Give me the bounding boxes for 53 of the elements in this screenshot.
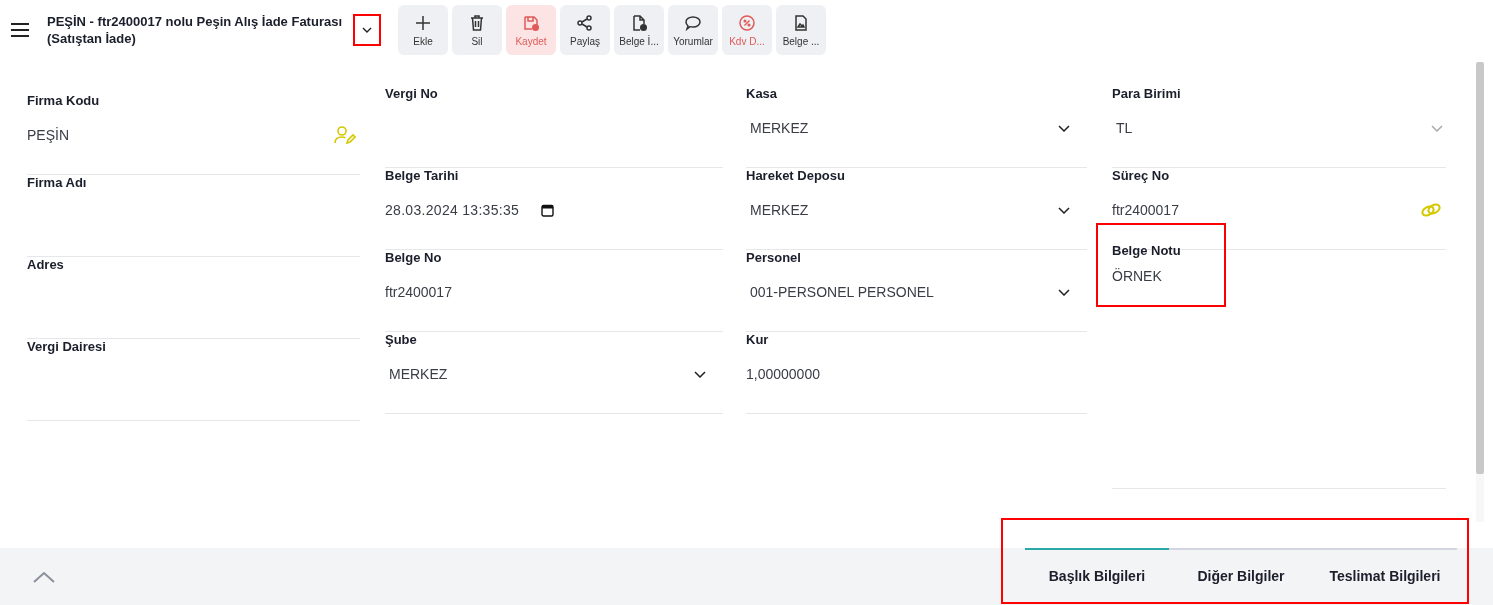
field-label: Personel xyxy=(746,250,801,265)
share-icon xyxy=(576,13,594,32)
tab[interactable]: Başlık Bilgileri xyxy=(1025,548,1169,602)
field-label: Hareket Deposu xyxy=(746,168,845,183)
field-value[interactable]: 1,00000000 xyxy=(746,366,820,382)
field-label: Kur xyxy=(746,332,769,347)
toolbar-button[interactable]: Sil xyxy=(452,5,502,55)
chevron-down-icon[interactable] xyxy=(694,370,706,378)
document-image-icon xyxy=(792,13,810,32)
title-dropdown-button[interactable] xyxy=(353,14,381,46)
toolbar-button[interactable]: Yorumlar xyxy=(668,5,718,55)
tab[interactable]: Diğer Bilgiler xyxy=(1169,548,1313,602)
chevron-down-icon[interactable] xyxy=(1058,206,1070,214)
date-value[interactable]: 28.03.2024 13:35:35 xyxy=(385,202,520,218)
chevron-down-icon[interactable] xyxy=(1058,288,1070,296)
field-label: Firma Adı xyxy=(27,175,87,190)
field-value[interactable]: ftr2400017 xyxy=(385,284,452,300)
document-title: PEŞİN - ftr2400017 nolu Peşin Alış İade Faturası (Satıştan İade) xyxy=(47,13,343,47)
select-value[interactable]: MERKEZ xyxy=(750,120,809,136)
field-label: Adres xyxy=(27,257,64,272)
chevron-up-icon[interactable] xyxy=(33,570,55,583)
tab[interactable]: Teslimat Bilgileri xyxy=(1313,548,1457,602)
select-value[interactable]: 001-PERSONEL PERSONEL xyxy=(750,284,934,300)
trash-icon xyxy=(468,13,486,32)
plus-icon xyxy=(414,13,432,32)
chevron-down-icon xyxy=(362,27,372,33)
menu-icon[interactable] xyxy=(11,23,29,37)
field-label: Firma Kodu xyxy=(27,93,100,108)
toolbar-button[interactable]: Ekle xyxy=(398,5,448,55)
field-label: Para Birimi xyxy=(1112,86,1181,101)
field-label: Vergi No xyxy=(385,86,438,101)
field-label: Belge Tarihi xyxy=(385,168,459,183)
select-value[interactable]: MERKEZ xyxy=(750,202,809,218)
field-value[interactable]: ÖRNEK xyxy=(1112,268,1162,284)
field-label: Kasa xyxy=(746,86,778,101)
toolbar-button[interactable]: Paylaş xyxy=(560,5,610,55)
percent-badge-icon xyxy=(738,13,756,32)
chevron-down-icon[interactable] xyxy=(1058,124,1070,132)
toolbar-button[interactable]: Belge ... xyxy=(776,5,826,55)
speech-bubble-icon xyxy=(684,13,702,32)
calendar-icon[interactable] xyxy=(541,203,555,217)
field-label: Belge Notu xyxy=(1112,243,1181,258)
scrollbar[interactable] xyxy=(1476,62,1484,522)
field-label: Süreç No xyxy=(1112,168,1170,183)
floppy-disk-icon xyxy=(522,13,540,32)
field-label: Belge No xyxy=(385,250,442,265)
field-value[interactable]: PEŞİN xyxy=(27,127,69,143)
toolbar-button[interactable]: Belge İ... xyxy=(614,5,664,55)
field-label: Vergi Dairesi xyxy=(27,339,106,354)
document-check-icon xyxy=(630,13,648,32)
select-value[interactable]: MERKEZ xyxy=(389,366,448,382)
field-label: Şube xyxy=(385,332,417,347)
field-value: ftr2400017 xyxy=(1112,202,1179,218)
